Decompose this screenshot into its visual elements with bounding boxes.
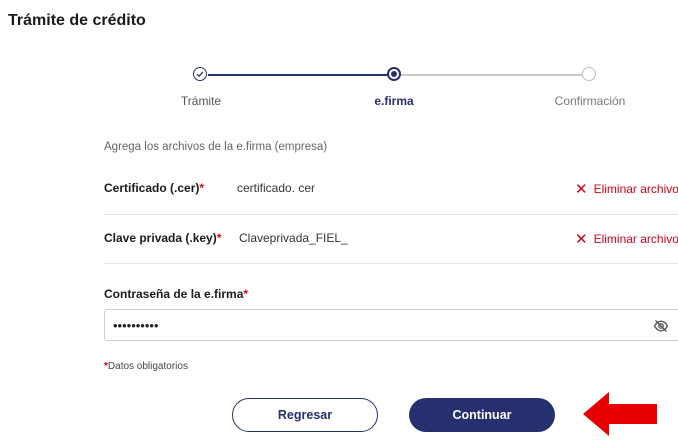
step-completed-check-icon — [193, 67, 207, 81]
remove-certificate-button[interactable]: ✕ Eliminar archivo — [575, 180, 678, 198]
eye-off-icon[interactable] — [653, 319, 669, 338]
stepper-line-completed — [208, 74, 388, 76]
private-key-file-name: Claveprivada_FIEL_ — [239, 231, 348, 245]
password-input[interactable] — [105, 310, 645, 340]
required-mark: * — [216, 231, 222, 245]
certificate-file-name: certificado. cer — [237, 181, 316, 195]
required-mark: * — [199, 181, 205, 195]
step-label-efirma: e.firma — [374, 94, 414, 108]
certificate-label: Certificado (.cer)* — [104, 181, 205, 195]
password-field-container — [104, 309, 678, 341]
required-mark: * — [243, 287, 249, 301]
remove-private-key-label: Eliminar archivo — [593, 232, 678, 246]
stepper-line-pending — [400, 74, 582, 76]
remove-private-key-button[interactable]: ✕ Eliminar archivo — [575, 230, 678, 248]
step-pending-dot — [582, 67, 596, 81]
divider — [104, 214, 678, 215]
continue-button[interactable]: Continuar — [409, 398, 555, 432]
back-button[interactable]: Regresar — [232, 398, 378, 432]
close-icon: ✕ — [575, 181, 588, 198]
private-key-label: Clave privada (.key)* — [104, 231, 222, 245]
step-active-dot — [387, 67, 401, 81]
progress-stepper: Trámite e.firma Confirmación — [0, 0, 678, 120]
password-label: Contraseña de la e.firma* — [104, 287, 249, 301]
divider — [104, 263, 678, 264]
remove-certificate-label: Eliminar archivo — [593, 182, 678, 196]
form-intro: Agrega los archivos de la e.firma (empre… — [104, 141, 328, 153]
step-label-tramite: Trámite — [180, 94, 222, 108]
arrow-left-icon — [583, 392, 657, 436]
required-fields-note: *Datos obligatorios — [104, 361, 188, 372]
step-label-confirmacion: Confirmación — [554, 94, 626, 108]
close-icon: ✕ — [575, 231, 588, 248]
